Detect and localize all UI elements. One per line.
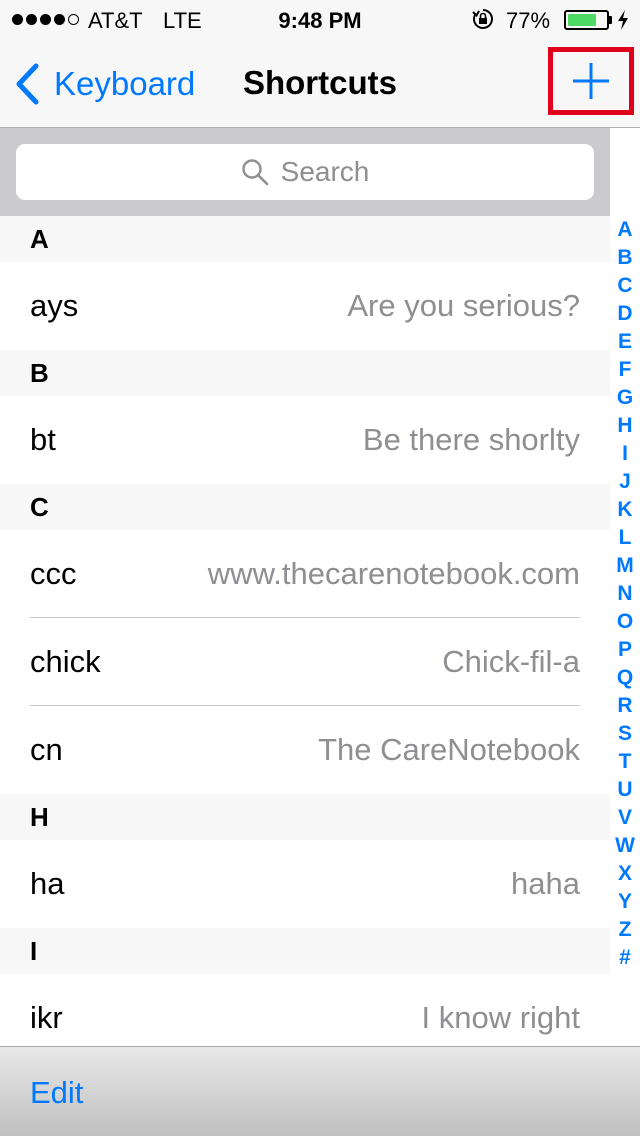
- index-letter-c[interactable]: C: [610, 272, 640, 300]
- section-header: H: [0, 794, 610, 840]
- section-header: A: [0, 216, 610, 262]
- index-letter-w[interactable]: W: [610, 832, 640, 860]
- index-letter-d[interactable]: D: [610, 300, 640, 328]
- index-letter-a[interactable]: A: [610, 216, 640, 244]
- index-letter-n[interactable]: N: [610, 580, 640, 608]
- shortcut-text: ha: [30, 866, 65, 901]
- list-item[interactable]: bt Be there shorlty: [0, 396, 610, 484]
- index-letter-v[interactable]: V: [610, 804, 640, 832]
- search-icon: [241, 159, 268, 186]
- index-letter-j[interactable]: J: [610, 468, 640, 496]
- index-letter-l[interactable]: L: [610, 524, 640, 552]
- shortcut-text: chick: [30, 644, 101, 679]
- phrase-text: haha: [511, 866, 580, 901]
- index-letter-i[interactable]: I: [610, 440, 640, 468]
- phrase-text: www.thecarenotebook.com: [207, 556, 580, 591]
- page-title: Shortcuts: [242, 64, 397, 101]
- index-letter-h[interactable]: H: [610, 412, 640, 440]
- shortcut-text: ccc: [30, 556, 77, 591]
- section-header: I: [0, 928, 610, 974]
- navigation-bar: Keyboard Shortcuts: [0, 40, 640, 128]
- phrase-text: Chick-fil-a: [442, 644, 580, 679]
- index-letter-x[interactable]: X: [610, 860, 640, 888]
- index-letter-b[interactable]: B: [610, 244, 640, 272]
- battery-level-fill: [568, 14, 597, 26]
- bottom-toolbar: Edit: [0, 1046, 640, 1136]
- charging-bolt-icon: [618, 10, 628, 30]
- index-letter-f[interactable]: F: [610, 356, 640, 384]
- index-letter-m[interactable]: M: [610, 552, 640, 580]
- index-letter-p[interactable]: P: [610, 636, 640, 664]
- index-letter-t[interactable]: T: [610, 748, 640, 776]
- list-item[interactable]: ikr I know right: [0, 974, 610, 1046]
- index-letter-s[interactable]: S: [610, 720, 640, 748]
- search-placeholder: Search: [280, 156, 370, 187]
- plus-icon: [573, 63, 609, 99]
- phrase-text: The CareNotebook: [318, 732, 580, 767]
- phrase-text: Be there shorlty: [362, 422, 580, 457]
- list-item[interactable]: cn The CareNotebook: [0, 706, 610, 794]
- battery-percent: 77%: [506, 8, 551, 33]
- shortcut-text: bt: [30, 422, 56, 457]
- shortcut-text: ikr: [30, 1000, 63, 1035]
- index-letter-g[interactable]: G: [610, 384, 640, 412]
- search-input[interactable]: Search: [16, 144, 594, 200]
- add-shortcut-button[interactable]: [548, 47, 634, 115]
- phrase-text: Are you serious?: [347, 288, 580, 323]
- rotation-lock-icon: [472, 9, 493, 29]
- index-letter-hash[interactable]: #: [610, 944, 640, 972]
- index-letter-z[interactable]: Z: [610, 916, 640, 944]
- search-bar: Search: [0, 128, 610, 216]
- section-header: B: [0, 350, 610, 396]
- list-item[interactable]: ccc www.thecarenotebook.com: [0, 530, 610, 618]
- section-index: A B C D E F G H I J K L M N O P Q R S T U V W X Y Z #: [610, 216, 640, 970]
- status-bar: AT&T LTE 9:48 PM 77%: [0, 0, 640, 40]
- list-item[interactable]: ha haha: [0, 840, 610, 928]
- battery-icon: [564, 10, 609, 30]
- list-item[interactable]: chick Chick-fil-a: [0, 618, 610, 706]
- index-letter-y[interactable]: Y: [610, 888, 640, 916]
- index-letter-q[interactable]: Q: [610, 664, 640, 692]
- index-letter-r[interactable]: R: [610, 692, 640, 720]
- index-letter-k[interactable]: K: [610, 496, 640, 524]
- section-header: C: [0, 484, 610, 530]
- shortcut-text: cn: [30, 732, 63, 767]
- edit-button[interactable]: Edit: [30, 1075, 83, 1111]
- phrase-text: I know right: [421, 1000, 580, 1035]
- shortcut-text: ays: [30, 288, 79, 323]
- index-letter-u[interactable]: U: [610, 776, 640, 804]
- shortcut-list: A ays Are you serious? B bt Be there sho…: [0, 216, 610, 1046]
- index-letter-o[interactable]: O: [610, 608, 640, 636]
- index-letter-e[interactable]: E: [610, 328, 640, 356]
- list-item[interactable]: ays Are you serious?: [0, 262, 610, 350]
